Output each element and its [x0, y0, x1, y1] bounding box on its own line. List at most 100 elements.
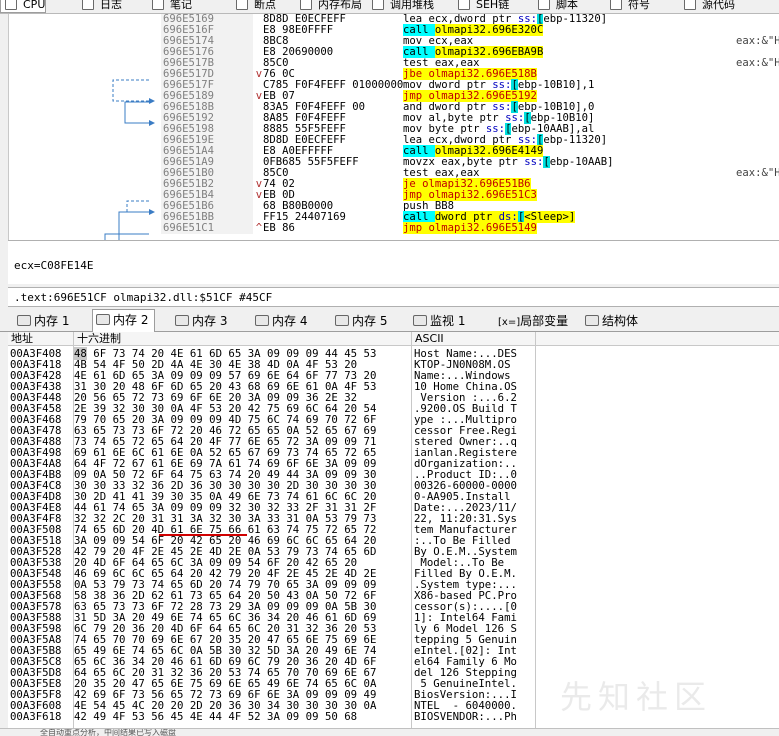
- dump-hex: 42 49 4F 53 56 45 4E 44 4F 52 3A 09 09 5…: [74, 710, 358, 723]
- disasm-row[interactable]: 696E5176 E8 20690000 call olmapi32.696EBA9…: [9, 46, 779, 58]
- red-annotation-underline: [159, 534, 247, 536]
- dump-tab-label: 内存 2: [113, 313, 149, 327]
- disasm-bytes: 83A5 F0F4FEFF 00: [263, 102, 366, 113]
- tab-label: 符号: [628, 0, 650, 11]
- dump-tab-label: 内存 4: [272, 314, 308, 328]
- disasm-row[interactable]: 696E518B 83A5 F0F4FEFF 00 and dword ptr ss…: [9, 101, 779, 113]
- tab-9[interactable]: 源代码: [680, 0, 735, 13]
- disasm-row[interactable]: 696E5192 8A85 F0F4FEFF mov al,byte ptr ss:…: [9, 112, 779, 124]
- disassembly-view[interactable]: 696E5169 8D8D E0ECFEFF lea ecx,dword ptr s…: [8, 14, 779, 240]
- dump-tab-bar: 内存 1 内存 2 内存 3 内存 4 内存 5 监视 1 [x=]局部变量 结构体: [0, 308, 779, 333]
- disasm-row[interactable]: 696E517D v 76 0C jbe olmapi32.696E518B: [9, 68, 779, 80]
- struct-icon: [585, 315, 599, 326]
- memory-icon: [175, 315, 189, 326]
- symbols-icon: [610, 0, 622, 10]
- address-info-pane[interactable]: .text:696E51CF olmapi32.dll:$51CF #45CF: [8, 287, 779, 307]
- dump-tab-label: 结构体: [602, 314, 639, 328]
- tab-label: 脚本: [556, 0, 578, 11]
- register-info: ecx=C08FE14E: [14, 259, 94, 272]
- info-pane[interactable]: ecx=C08FE14E: [8, 240, 779, 284]
- watermark: 先知社区: [560, 678, 713, 716]
- disasm-address: 696E51C1: [161, 223, 253, 234]
- dump-tab-label: 内存 5: [352, 314, 388, 328]
- disasm-bytes: E8 A0EFFFFF: [263, 146, 334, 157]
- call-stack-icon: [372, 0, 384, 10]
- disasm-row[interactable]: 696E516F E8 98E0FFFF call olmapi32.696E320…: [9, 24, 779, 36]
- disasm-row[interactable]: 696E519E 8D8D E0ECFEFF lea ecx,dword ptr s…: [9, 134, 779, 146]
- dump-header: 地址 十六进制 ASCII: [8, 332, 779, 346]
- source-icon: [684, 0, 696, 10]
- disasm-row[interactable]: 696E5189 v EB 07 jmp olmapi32.696E5192: [9, 90, 779, 102]
- column-header-ascii[interactable]: ASCII: [412, 332, 536, 346]
- dump-tab-4[interactable]: 内存 5: [332, 311, 393, 332]
- seh-chain-icon: [458, 0, 470, 10]
- breakpoint-icon: [236, 0, 248, 10]
- tab-5[interactable]: 调用堆栈: [368, 0, 434, 13]
- disasm-row[interactable]: 696E5169 8D8D E0ECFEFF lea ecx,dword ptr s…: [9, 14, 779, 25]
- disasm-instruction: jmp olmapi32.696E5149: [403, 222, 537, 234]
- tab-2[interactable]: 笔记: [148, 0, 192, 13]
- tab-label: 调用堆栈: [390, 0, 434, 11]
- tab-1[interactable]: 日志: [78, 0, 122, 13]
- disasm-bytes: 74 02: [263, 179, 295, 190]
- tab-0[interactable]: CPU: [0, 0, 47, 13]
- tab-4[interactable]: 内存布局: [296, 0, 362, 13]
- disasm-row[interactable]: 696E51A4 E8 A0EFFFFF call olmapi32.696E414…: [9, 145, 779, 157]
- disasm-bytes: EB 86: [263, 223, 295, 234]
- disasm-row[interactable]: 696E51B0 85C0 test eax,eax eax:&"H: [9, 168, 779, 179]
- disasm-bytes: 85C0: [263, 168, 289, 179]
- dump-tab-0[interactable]: 内存 1: [14, 311, 75, 332]
- disasm-row[interactable]: 696E517F C785 F0F4FEFF 01000000 mov dword …: [9, 79, 779, 91]
- disasm-row[interactable]: 696E51BB FF15 24407169 call dword ptr ds:[…: [9, 211, 779, 223]
- disasm-row[interactable]: 696E5174 8BC8 mov ecx,eax eax:&"H: [9, 36, 779, 47]
- memory-map-icon: [300, 0, 312, 10]
- memory-icon: [17, 315, 31, 326]
- disasm-bytes: E8 20690000: [263, 47, 334, 58]
- disasm-bytes: 8D8D E0ECFEFF: [263, 14, 346, 25]
- disasm-bytes: EB 07: [263, 91, 295, 102]
- dump-tab-2[interactable]: 内存 3: [172, 311, 233, 332]
- disasm-row[interactable]: 696E51C1 ^ EB 86 jmp olmapi32.696E5149: [9, 222, 779, 234]
- disasm-bytes: E8 98E0FFFF: [263, 25, 334, 36]
- disasm-bytes: C785 F0F4FEFF 01000000: [263, 80, 404, 91]
- disasm-row[interactable]: 696E51B2 v 74 02 je olmapi32.696E51B6: [9, 178, 779, 190]
- dump-tab-1[interactable]: 内存 2: [92, 309, 156, 333]
- dump-tab-3[interactable]: 内存 4: [252, 311, 313, 332]
- tab-3[interactable]: 断点: [232, 0, 276, 13]
- dump-tab-6[interactable]: [x=]局部变量: [490, 311, 574, 332]
- cpu-icon: [5, 0, 17, 10]
- tab-label: 断点: [254, 0, 276, 11]
- column-header-hex[interactable]: 十六进制: [74, 332, 412, 346]
- column-header-address[interactable]: 地址: [8, 332, 74, 346]
- memory-icon: [255, 315, 269, 326]
- disasm-bytes: 8A85 F0F4FEFF: [263, 113, 346, 124]
- dump-tab-label: 局部变量: [520, 314, 569, 328]
- disasm-row[interactable]: 696E5198 8885 55F5FEFF mov byte ptr ss:[eb…: [9, 123, 779, 135]
- watch-icon: [413, 315, 427, 326]
- tab-label: 日志: [100, 0, 122, 11]
- dump-ascii: BIOSVENDOR:...Ph: [414, 710, 517, 723]
- disasm-bytes: 8D8D E0ECFEFF: [263, 135, 346, 146]
- memory-icon: [335, 315, 349, 326]
- disasm-bytes: EB 0D: [263, 190, 295, 201]
- disasm-comment: eax:&"H: [736, 167, 779, 179]
- tab-label: 笔记: [170, 0, 192, 11]
- disasm-row[interactable]: 696E517B 85C0 test eax,eax eax:&"H: [9, 58, 779, 69]
- dump-tab-label: 内存 1: [34, 314, 70, 328]
- dump-address: 00A3F618: [10, 710, 62, 723]
- tab-7[interactable]: 脚本: [534, 0, 578, 13]
- disasm-bytes: FF15 24407169: [263, 212, 346, 223]
- locals-prefix: [x=]: [498, 317, 521, 328]
- disasm-bytes: 85C0: [263, 58, 289, 69]
- tab-label: CPU: [23, 0, 46, 11]
- tab-8[interactable]: 符号: [606, 0, 650, 13]
- tab-6[interactable]: SEH链: [454, 0, 509, 13]
- disasm-row[interactable]: 696E51A9 0FB685 55F5FEFF movzx eax,byte pt…: [9, 156, 779, 168]
- dump-tab-7[interactable]: 结构体: [582, 311, 644, 332]
- tab-label: 内存布局: [318, 0, 362, 11]
- disasm-row[interactable]: 696E51B6 68 B80B0000 push BB8: [9, 201, 779, 212]
- disasm-bytes: 68 B80B0000: [263, 201, 334, 212]
- disasm-bytes: 0FB685 55F5FEFF: [263, 157, 359, 168]
- disasm-row[interactable]: 696E51B4 v EB 0D jmp olmapi32.696E51C3: [9, 189, 779, 201]
- dump-tab-5[interactable]: 监视 1: [410, 311, 471, 332]
